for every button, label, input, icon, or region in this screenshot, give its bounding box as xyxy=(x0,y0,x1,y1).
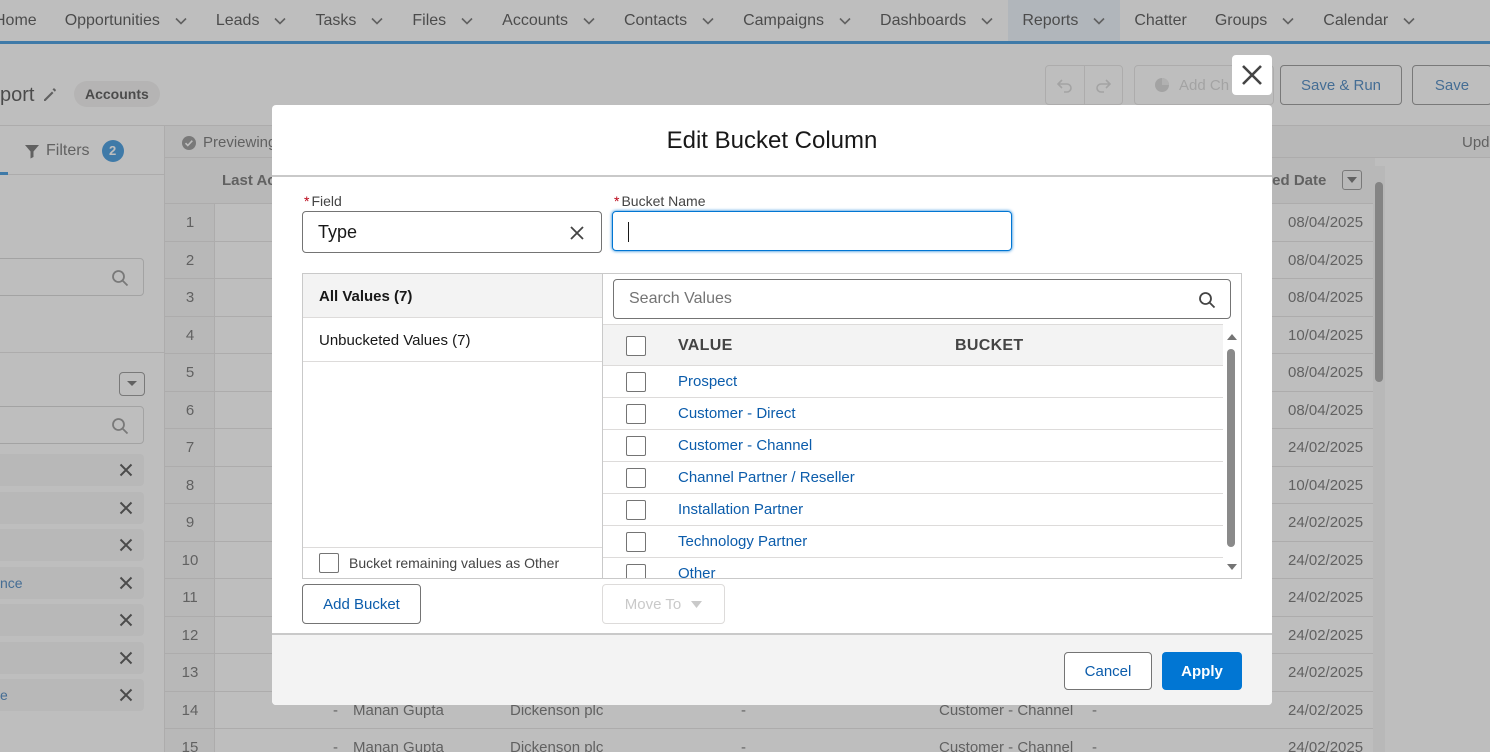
clear-icon[interactable] xyxy=(569,225,585,241)
value-checkbox[interactable] xyxy=(626,436,646,456)
value-row: Installation Partner xyxy=(603,494,1223,526)
move-to-label: Move To xyxy=(624,595,682,613)
field-label: * Field xyxy=(304,193,342,209)
value-checkbox[interactable] xyxy=(626,468,646,488)
scrollbar-thumb[interactable] xyxy=(1227,349,1235,547)
bucket-editor: All Values (7) Unbucketed Values (7) Buck… xyxy=(302,273,1242,579)
value-label[interactable]: Installation Partner xyxy=(678,501,803,518)
edit-bucket-column-modal: Edit Bucket Column * Field Type * Bucket N… xyxy=(272,105,1272,705)
value-label[interactable]: Customer - Channel xyxy=(678,437,812,454)
value-label[interactable]: Other xyxy=(678,565,716,578)
value-checkbox[interactable] xyxy=(626,532,646,552)
value-row: Technology Partner xyxy=(603,526,1223,558)
search-values-input[interactable]: Search Values xyxy=(613,279,1231,319)
close-icon xyxy=(1242,65,1262,85)
bucket-list-item[interactable]: Unbucketed Values (7) xyxy=(303,318,602,362)
search-icon xyxy=(1199,292,1216,309)
caret-down-icon xyxy=(691,600,703,608)
bucket-remaining-label: Bucket remaining values as Other xyxy=(349,555,560,571)
bucket-name-label-text: Bucket Name xyxy=(621,193,706,209)
value-row: Channel Partner / Reseller xyxy=(603,462,1223,494)
apply-button[interactable]: Apply xyxy=(1162,652,1242,690)
value-checkbox[interactable] xyxy=(626,404,646,424)
value-checkbox[interactable] xyxy=(626,372,646,392)
bucket-name-input[interactable] xyxy=(612,211,1012,251)
values-table-header: VALUE BUCKET xyxy=(603,324,1223,366)
bucket-remaining-option: Bucket remaining values as Other xyxy=(303,547,602,578)
cancel-button[interactable]: Cancel xyxy=(1064,652,1152,690)
modal-title: Edit Bucket Column xyxy=(666,127,878,154)
value-checkbox[interactable] xyxy=(626,500,646,520)
bucket-remaining-checkbox[interactable] xyxy=(319,553,339,573)
value-row: Prospect xyxy=(603,366,1223,398)
value-row: Customer - Direct xyxy=(603,398,1223,430)
field-label-text: Field xyxy=(311,193,342,209)
field-value: Type xyxy=(318,222,358,242)
search-values-placeholder: Search Values xyxy=(629,290,732,307)
values-pane: Search Values VALUE BUCKET Prospect Custo… xyxy=(603,274,1241,578)
value-label[interactable]: Prospect xyxy=(678,373,737,390)
bucket-name-label: * Bucket Name xyxy=(614,193,706,209)
values-list: Prospect Customer - Direct Customer - Chan… xyxy=(603,366,1223,578)
modal-header: Edit Bucket Column xyxy=(272,105,1272,177)
bucket-column-header: BUCKET xyxy=(955,337,1024,354)
value-label[interactable]: Customer - Direct xyxy=(678,405,796,422)
move-to-button[interactable]: Move To xyxy=(602,584,725,624)
scroll-up-arrow-icon[interactable] xyxy=(1225,331,1239,343)
required-marker: * xyxy=(614,193,620,209)
text-caret xyxy=(628,222,629,242)
value-row: Customer - Channel xyxy=(603,430,1223,462)
select-all-checkbox[interactable] xyxy=(626,336,646,356)
values-scrollbar[interactable] xyxy=(1225,327,1239,577)
bucket-list: All Values (7) Unbucketed Values (7) Buck… xyxy=(303,274,603,578)
scroll-down-arrow-icon[interactable] xyxy=(1225,561,1239,573)
value-label[interactable]: Channel Partner / Reseller xyxy=(678,469,855,486)
required-marker: * xyxy=(304,193,310,209)
value-checkbox[interactable] xyxy=(626,564,646,578)
close-modal-button[interactable] xyxy=(1232,55,1272,95)
add-bucket-button[interactable]: Add Bucket xyxy=(302,584,421,624)
field-select[interactable]: Type xyxy=(302,211,602,253)
value-label[interactable]: Technology Partner xyxy=(678,533,807,550)
value-row: Other xyxy=(603,558,1223,578)
bucket-list-item[interactable]: All Values (7) xyxy=(303,274,602,318)
value-column-header: VALUE xyxy=(678,337,733,354)
modal-footer: Cancel Apply xyxy=(272,633,1272,705)
